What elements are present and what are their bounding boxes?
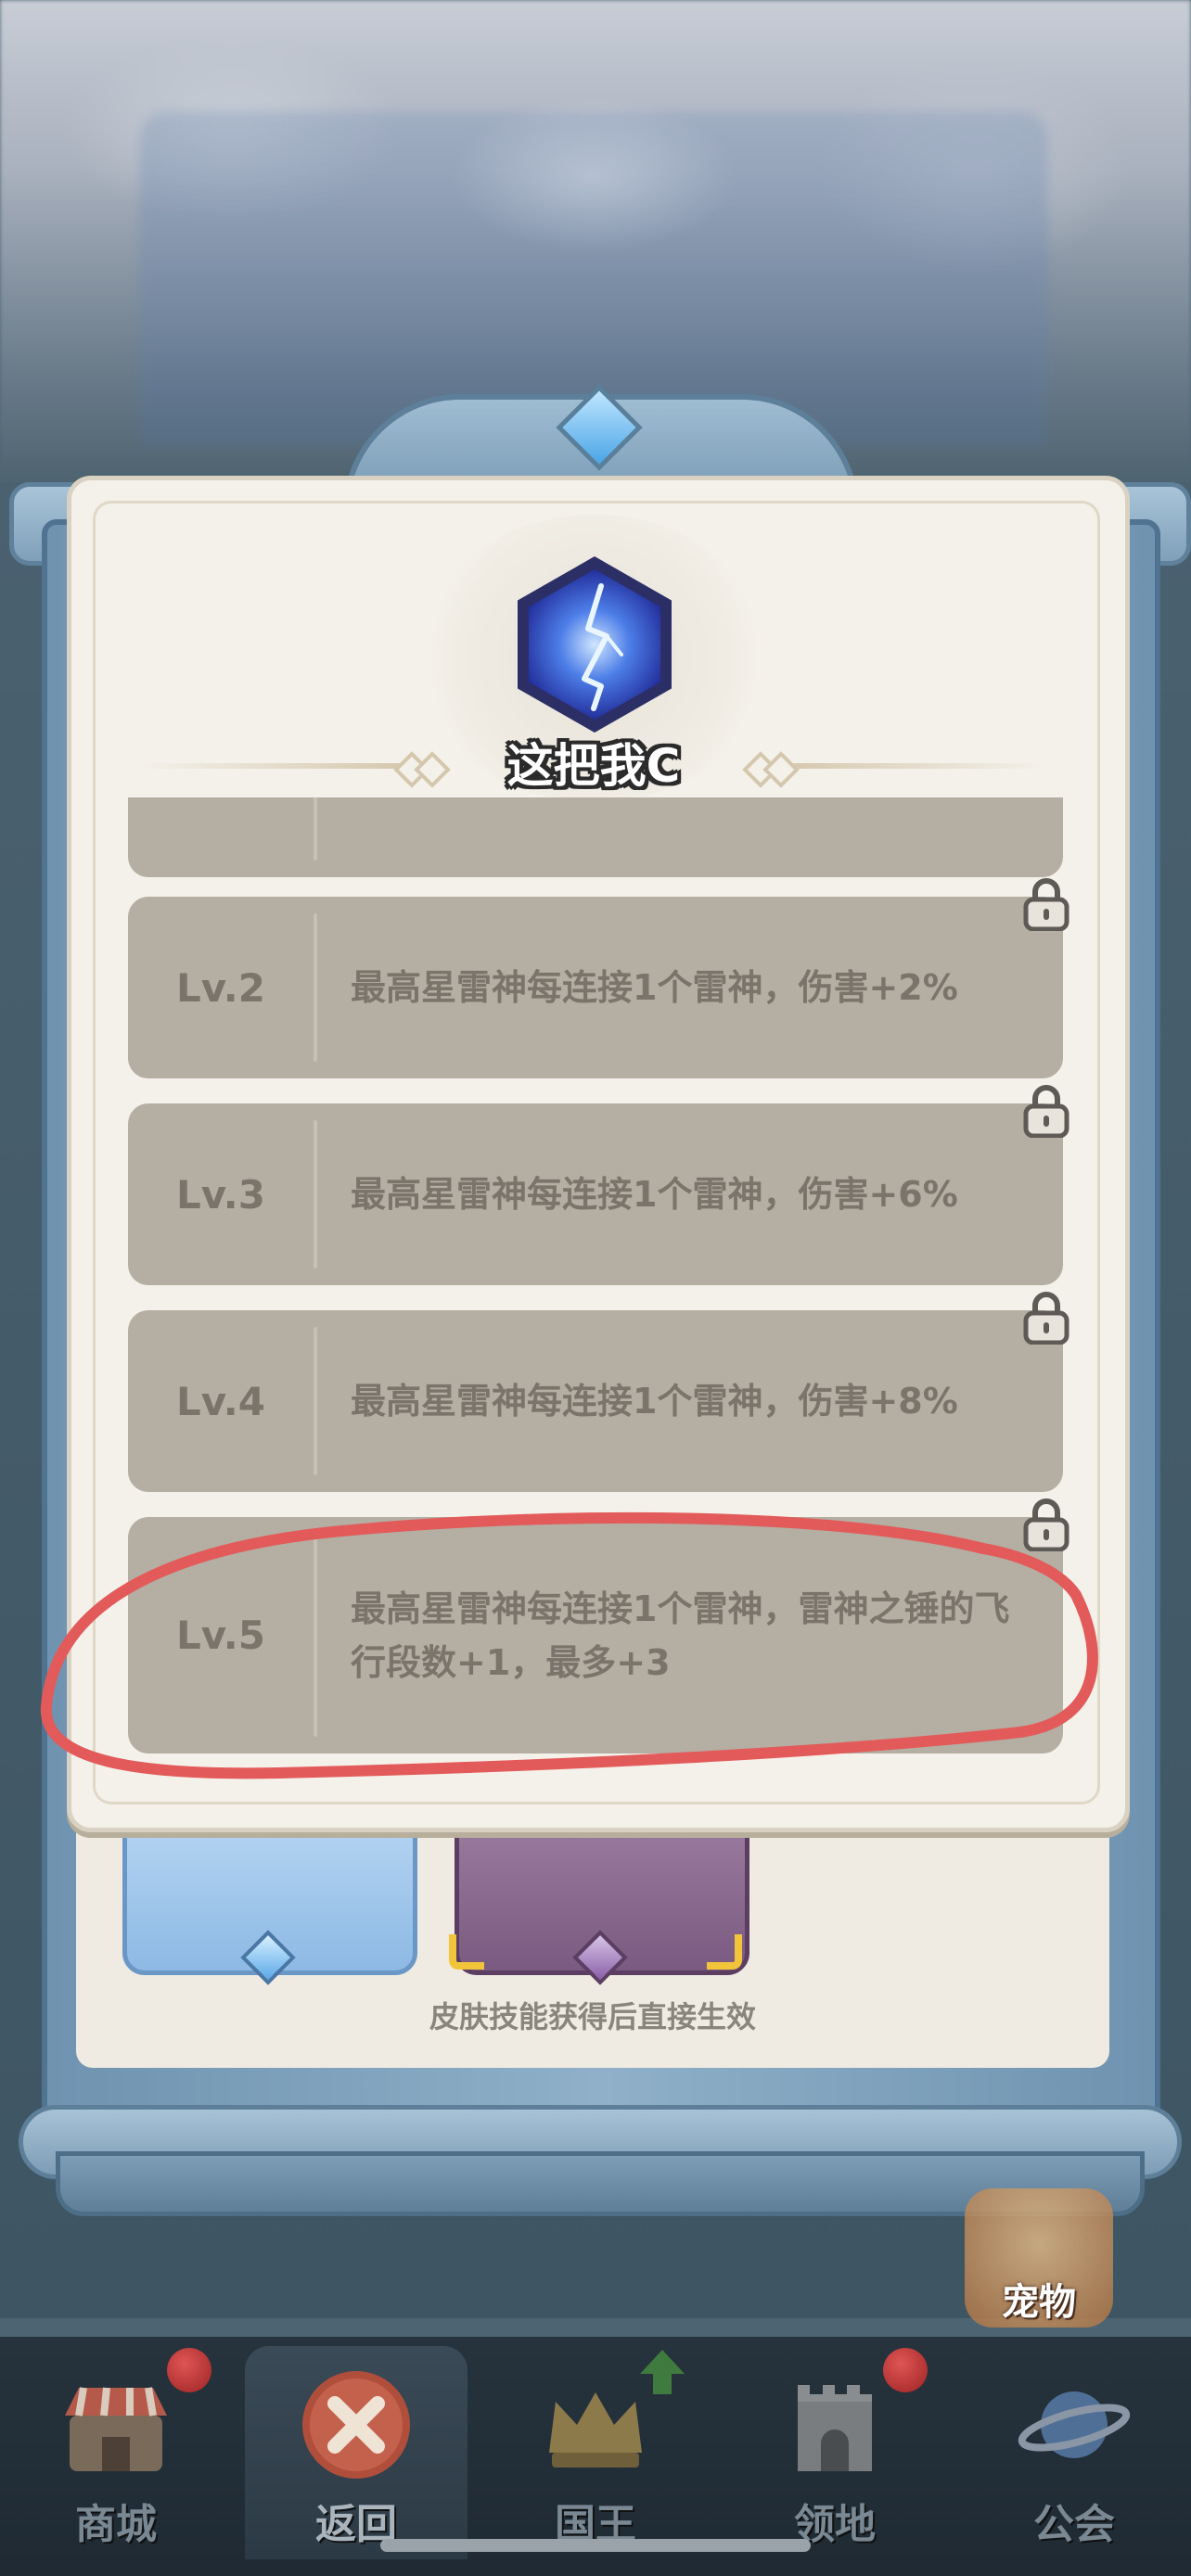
lock-icon xyxy=(1023,1292,1069,1345)
level-label: Lv.2 xyxy=(176,964,265,1011)
nav-item-guild[interactable]: 公会 xyxy=(963,2346,1185,2559)
planet-icon xyxy=(1018,2391,1131,2458)
row-divider xyxy=(314,913,317,1062)
level-row-5: Lv.5 最高星雷神每连接1个雷神，雷神之锤的飞行段数+1，最多+3 xyxy=(128,1517,1063,1753)
level-label xyxy=(128,797,314,877)
pet-button-label[interactable]: 宠物 xyxy=(965,2272,1113,2326)
row-divider xyxy=(314,1120,317,1269)
level-row-4: Lv.4 最高星雷神每连接1个雷神，伤害+8% xyxy=(128,1310,1063,1492)
level-description: 最高星雷神每连接1个雷神，伤害+8% xyxy=(351,1381,958,1422)
level-row-1 xyxy=(128,797,1063,877)
lock-icon xyxy=(1023,1498,1069,1551)
skin-note: 皮肤技能获得后直接生效 xyxy=(429,1999,756,2034)
level-description: 最高星雷神每连接1个雷神，伤害+2% xyxy=(351,967,958,1008)
level-description xyxy=(351,797,1026,877)
level-label: Lv.4 xyxy=(176,1378,265,1424)
row-divider xyxy=(314,797,317,861)
title-divider-right xyxy=(779,763,1048,769)
home-indicator[interactable] xyxy=(380,2539,811,2552)
level-description: 最高星雷神每连接1个雷神，雷神之锤的飞行段数+1，最多+3 xyxy=(351,1588,1010,1683)
level-row-2: Lv.2 最高星雷神每连接1个雷神，伤害+2% xyxy=(128,897,1063,1078)
notification-badge xyxy=(883,2348,928,2392)
level-label: Lv.3 xyxy=(176,1171,265,1218)
level-description: 最高星雷神每连接1个雷神，伤害+6% xyxy=(351,1174,958,1215)
nav-label: 商城 xyxy=(75,2501,157,2548)
lock-icon xyxy=(1023,878,1069,931)
close-icon xyxy=(302,2371,410,2479)
selected-corner-icon xyxy=(449,1934,484,1970)
lock-icon xyxy=(1023,1085,1069,1138)
lightning-bolt-icon xyxy=(582,583,623,711)
row-divider xyxy=(314,1327,317,1475)
level-row-3: Lv.3 最高星雷神每连接1个雷神，伤害+6% xyxy=(128,1103,1063,1285)
skill-title: 这把我C xyxy=(506,739,681,793)
nav-label: 公会 xyxy=(1033,2501,1115,2548)
selected-corner-icon xyxy=(707,1934,742,1970)
notification-badge xyxy=(167,2348,211,2392)
nav-item-back[interactable]: 返回 xyxy=(245,2346,467,2559)
castle-icon xyxy=(798,2385,872,2471)
upgrade-arrow-icon xyxy=(640,2350,685,2394)
level-label: Lv.5 xyxy=(176,1613,265,1658)
title-divider-left xyxy=(139,763,408,769)
row-divider xyxy=(314,1534,317,1737)
shop-icon xyxy=(65,2387,167,2471)
level-list[interactable]: Lv.2 最高星雷神每连接1个雷神，伤害+2% Lv.3 最高星雷神每连接1个雷… xyxy=(128,797,1074,1762)
